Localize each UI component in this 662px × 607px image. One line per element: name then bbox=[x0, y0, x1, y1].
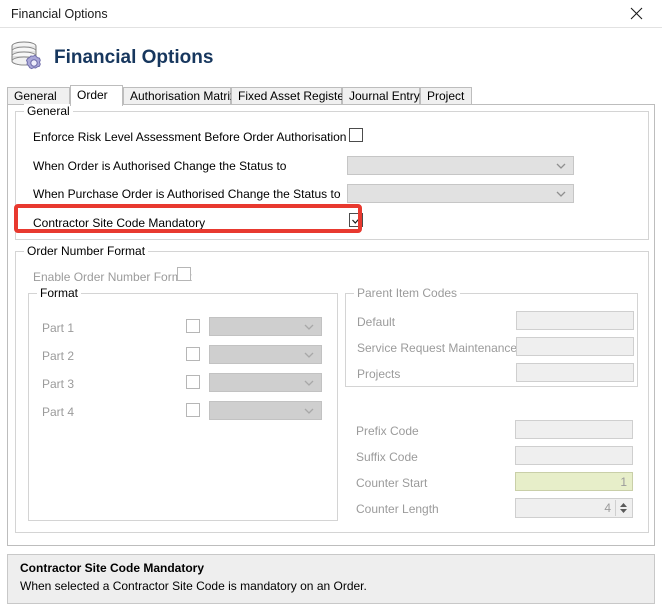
tab-general[interactable]: General bbox=[7, 87, 70, 105]
part-3-checkbox[interactable] bbox=[186, 375, 200, 389]
page-title: Financial Options bbox=[54, 47, 214, 68]
close-icon bbox=[630, 7, 642, 20]
spinner-down-icon[interactable] bbox=[619, 508, 628, 514]
part-1-checkbox[interactable] bbox=[186, 319, 200, 333]
tab-order[interactable]: Order bbox=[70, 85, 123, 106]
counter-start-input[interactable]: 1 bbox=[515, 472, 633, 491]
enforce-risk-level-checkbox[interactable] bbox=[349, 128, 363, 142]
format-group-legend: Format bbox=[37, 286, 82, 300]
service-request-maintenance-label: Service Request Maintenance bbox=[357, 341, 518, 355]
counter-start-label: Counter Start bbox=[356, 476, 428, 490]
enforce-risk-level-label: Enforce Risk Level Assessment Before Ord… bbox=[33, 130, 347, 144]
tab-fixed-asset-register[interactable]: Fixed Asset Register bbox=[231, 87, 348, 105]
contractor-site-code-mandatory-checkbox[interactable] bbox=[349, 213, 363, 227]
general-group-legend: General bbox=[24, 104, 73, 118]
prefix-code-label: Prefix Code bbox=[356, 424, 419, 438]
order-authorised-status-label: When Order is Authorised Change the Stat… bbox=[33, 159, 287, 173]
part-1-label: Part 1 bbox=[42, 321, 75, 335]
projects-label: Projects bbox=[357, 367, 401, 381]
window-title: Financial Options bbox=[11, 7, 108, 21]
enable-order-number-format-checkbox[interactable] bbox=[177, 267, 191, 281]
general-groupbox: General Enforce Risk Level Assessment Be… bbox=[15, 104, 649, 240]
service-request-maintenance-input[interactable] bbox=[516, 337, 634, 356]
part-4-combobox[interactable] bbox=[209, 401, 322, 420]
projects-input[interactable] bbox=[516, 363, 634, 382]
purchase-order-authorised-status-label: When Purchase Order is Authorised Change… bbox=[33, 187, 341, 201]
help-body: When selected a Contractor Site Code is … bbox=[20, 579, 367, 593]
contractor-site-code-mandatory-label: Contractor Site Code Mandatory bbox=[33, 216, 206, 230]
checkmark-icon bbox=[352, 215, 362, 224]
order-tab-panel: General Enforce Risk Level Assessment Be… bbox=[7, 104, 655, 546]
chevron-down-icon bbox=[556, 163, 566, 169]
help-title: Contractor Site Code Mandatory bbox=[20, 561, 205, 575]
part-2-label: Part 2 bbox=[42, 349, 75, 363]
parent-item-codes-legend: Parent Item Codes bbox=[354, 286, 461, 300]
counter-length-label: Counter Length bbox=[356, 502, 439, 516]
tab-journal-entry[interactable]: Journal Entry bbox=[342, 87, 420, 105]
order-number-format-legend: Order Number Format bbox=[24, 244, 149, 258]
counter-length-input[interactable]: 4 bbox=[515, 498, 633, 518]
part-4-checkbox[interactable] bbox=[186, 403, 200, 417]
database-gear-icon bbox=[8, 40, 48, 76]
part-3-combobox[interactable] bbox=[209, 373, 322, 392]
chevron-down-icon bbox=[304, 408, 314, 414]
part-1-combobox[interactable] bbox=[209, 317, 322, 336]
counter-length-value: 4 bbox=[604, 501, 611, 515]
chevron-down-icon bbox=[304, 352, 314, 358]
chevron-down-icon bbox=[304, 324, 314, 330]
counter-length-spinner[interactable] bbox=[615, 500, 631, 516]
default-label: Default bbox=[357, 315, 396, 329]
tab-strip: General Order Authorisation Matrix Fixed… bbox=[7, 85, 655, 106]
enable-order-number-format-label: Enable Order Number Format bbox=[33, 270, 192, 284]
close-button[interactable] bbox=[614, 0, 658, 27]
order-number-format-groupbox: Order Number Format Enable Order Number … bbox=[15, 244, 649, 533]
tab-authorisation-matrix[interactable]: Authorisation Matrix bbox=[123, 87, 236, 105]
suffix-code-label: Suffix Code bbox=[356, 450, 418, 464]
help-panel: Contractor Site Code Mandatory When sele… bbox=[7, 554, 655, 604]
parent-item-codes-groupbox: Parent Item Codes Default Service Reques… bbox=[345, 286, 638, 387]
tab-project[interactable]: Project bbox=[420, 87, 472, 105]
chevron-down-icon bbox=[304, 380, 314, 386]
window-titlebar: Financial Options bbox=[0, 0, 662, 28]
part-4-label: Part 4 bbox=[42, 405, 75, 419]
chevron-down-icon bbox=[556, 191, 566, 197]
format-groupbox: Format Part 1 Part 2 Part 3 Part 4 bbox=[28, 286, 338, 521]
dialog-header: Financial Options bbox=[0, 28, 662, 83]
prefix-code-input[interactable] bbox=[515, 420, 633, 439]
part-2-combobox[interactable] bbox=[209, 345, 322, 364]
part-2-checkbox[interactable] bbox=[186, 347, 200, 361]
suffix-code-input[interactable] bbox=[515, 446, 633, 465]
default-input[interactable] bbox=[516, 311, 634, 330]
purchase-order-authorised-status-combobox[interactable] bbox=[347, 184, 574, 203]
counter-start-value: 1 bbox=[620, 474, 627, 489]
part-3-label: Part 3 bbox=[42, 377, 75, 391]
order-authorised-status-combobox[interactable] bbox=[347, 156, 574, 175]
